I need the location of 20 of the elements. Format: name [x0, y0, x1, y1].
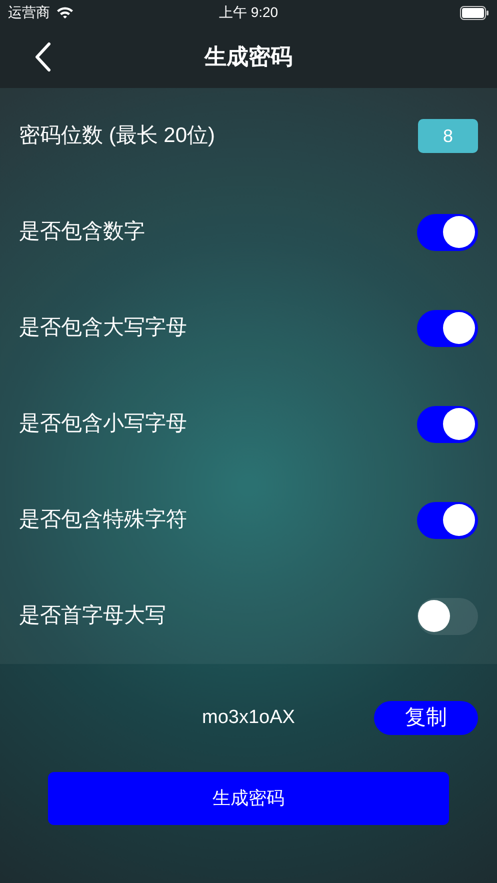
toggle-switch[interactable]	[417, 406, 478, 442]
password-text: mo3x1oAX	[202, 706, 295, 730]
toggle-switch[interactable]	[417, 598, 478, 634]
setting-label: 密码位数 (最长 20位)	[19, 123, 216, 150]
setting-label: 是否首字母大写	[19, 603, 166, 630]
back-chevron-icon	[34, 42, 52, 72]
carrier-label: 运营商	[8, 3, 50, 22]
setting-label: 是否包含小写字母	[19, 411, 187, 438]
wifi-icon	[56, 6, 74, 19]
setting-label: 是否包含数字	[19, 219, 145, 246]
toggle-switch[interactable]	[417, 502, 478, 538]
battery-icon	[460, 6, 489, 20]
generate-password-button[interactable]: 生成密码	[48, 772, 449, 825]
setting-label: 是否包含特殊字符	[19, 507, 187, 534]
copy-button[interactable]: 复制	[374, 701, 478, 735]
screen-title: 生成密码	[204, 43, 292, 71]
setting-label: 是否包含大写字母	[19, 315, 187, 342]
toggle-switch[interactable]	[417, 214, 478, 250]
toggle-switch[interactable]	[417, 310, 478, 346]
clock-time: 上午 9:20	[218, 3, 278, 22]
